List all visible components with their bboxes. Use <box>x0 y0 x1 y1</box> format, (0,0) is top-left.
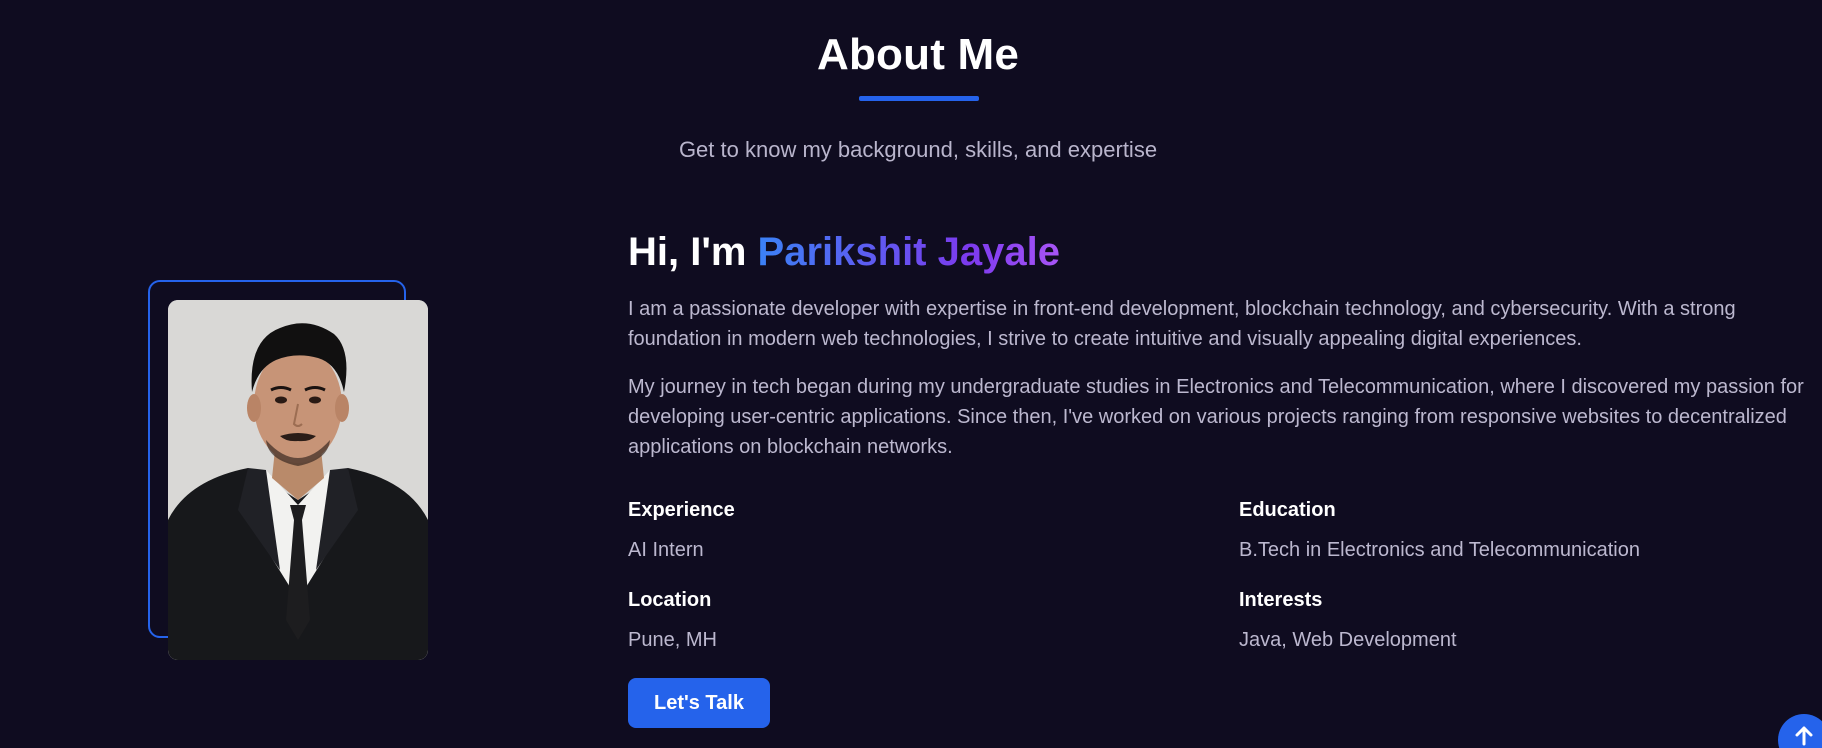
page-title: About Me <box>816 30 1019 79</box>
bio-paragraph-1: I am a passionate developer with experti… <box>628 298 1736 350</box>
info-item-experience: Experience AI Intern <box>628 498 1239 588</box>
about-section: About Me Get to know my background, skil… <box>0 0 1822 748</box>
greeting-prefix: Hi, I'm <box>628 230 758 274</box>
lets-talk-button[interactable]: Let's Talk <box>628 678 770 728</box>
info-item-location: Location Pune, MH <box>628 588 1239 678</box>
info-value: Java, Web Development <box>1239 629 1457 651</box>
greeting-heading: Hi, I'm Parikshit Jayale <box>628 226 1808 278</box>
page-subtitle: Get to know my background, skills, and e… <box>678 137 1158 162</box>
about-content: Hi, I'm Parikshit Jayale I am a passiona… <box>628 226 1808 728</box>
bio-paragraph-2: My journey in tech began during my under… <box>628 376 1804 458</box>
info-grid: Experience AI Intern Education B.Tech in… <box>628 498 1808 678</box>
info-label: Location <box>628 589 712 611</box>
profile-photo <box>168 300 428 660</box>
profile-name: Parikshit Jayale <box>757 230 1060 274</box>
info-value: Pune, MH <box>628 629 717 651</box>
info-value: AI Intern <box>628 539 704 561</box>
info-item-interests: Interests Java, Web Development <box>1239 588 1799 678</box>
info-item-education: Education B.Tech in Electronics and Tele… <box>1239 498 1799 588</box>
title-underline <box>859 96 979 101</box>
info-value: B.Tech in Electronics and Telecommunicat… <box>1239 539 1640 561</box>
info-label: Experience <box>628 499 735 521</box>
info-label: Education <box>1239 499 1336 521</box>
arrow-up-icon <box>1795 726 1813 746</box>
info-label: Interests <box>1239 589 1323 611</box>
